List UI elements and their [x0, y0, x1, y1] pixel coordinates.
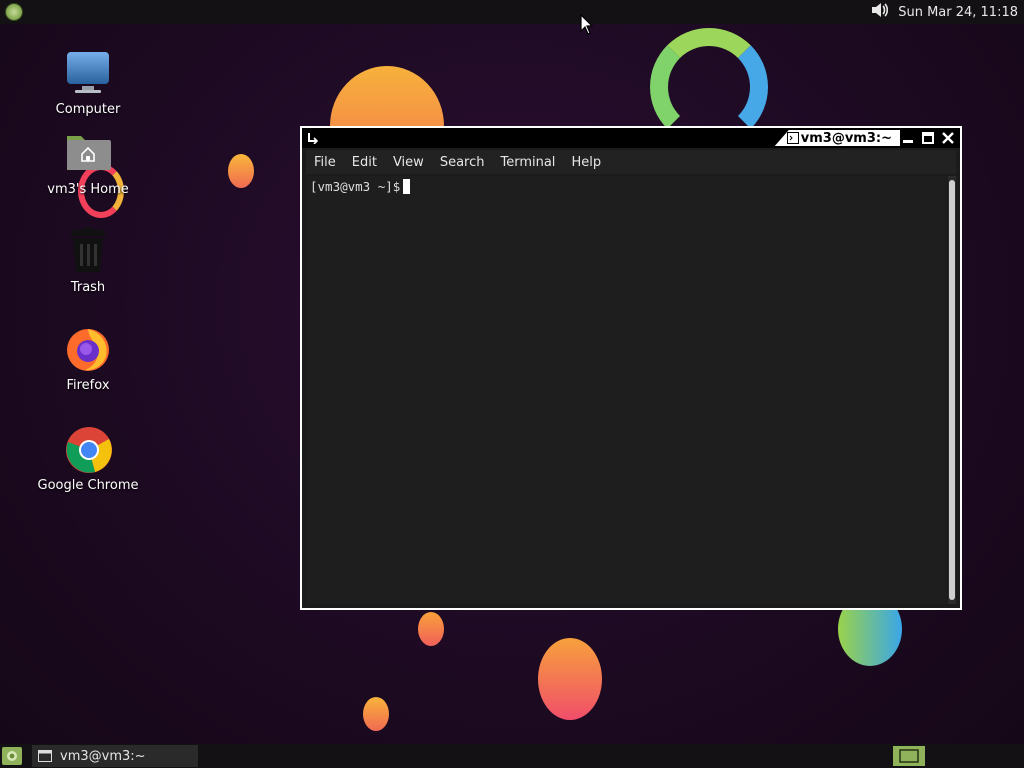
show-menu-icon[interactable]: [2, 747, 22, 765]
window-menu-icon[interactable]: [302, 128, 324, 148]
computer-icon: [65, 50, 111, 96]
home-folder-icon: [65, 130, 111, 176]
bottom-panel: vm3@vm3:~: [0, 744, 1024, 768]
chrome-icon: [65, 426, 112, 473]
desktop-icon-home[interactable]: vm3's Home: [33, 130, 143, 197]
desktop-icon-firefox[interactable]: Firefox: [33, 326, 143, 393]
taskbar-item-terminal[interactable]: vm3@vm3:~: [32, 745, 198, 767]
window-title-text: vm3@vm3:~: [800, 130, 892, 146]
minimize-button[interactable]: [900, 130, 916, 146]
window-title: vm3@vm3:~: [774, 130, 900, 146]
terminal-title-icon: [786, 132, 799, 146]
decor-orange-blob-bottom-large: [538, 638, 602, 720]
desktop-icon-computer[interactable]: Computer: [33, 50, 143, 117]
trash-icon: [65, 228, 111, 274]
menu-help[interactable]: Help: [563, 155, 609, 170]
desktop-icon-label: Computer: [55, 102, 121, 117]
terminal-window[interactable]: vm3@vm3:~ File Edit View Search Terminal…: [300, 126, 962, 610]
close-button[interactable]: [940, 130, 956, 146]
desktop-icon-label: Google Chrome: [37, 478, 139, 493]
decor-small-orange-blob: [228, 154, 254, 188]
decor-orange-blob-bottom-tiny: [363, 697, 389, 731]
desktop-icon-trash[interactable]: Trash: [33, 228, 143, 295]
show-desktop-button[interactable]: [893, 746, 925, 766]
shell-prompt: [vm3@vm3 ~]$: [310, 179, 401, 194]
desktop-icon-label: Firefox: [66, 378, 110, 393]
volume-icon[interactable]: [870, 1, 890, 23]
menu-terminal[interactable]: Terminal: [492, 155, 563, 170]
applications-menu-icon[interactable]: [5, 3, 23, 21]
mouse-pointer-icon: [580, 13, 594, 40]
desktop-icon-chrome[interactable]: Google Chrome: [33, 426, 143, 493]
menu-edit[interactable]: Edit: [344, 155, 385, 170]
maximize-button[interactable]: [920, 130, 936, 146]
terminal-output[interactable]: [vm3@vm3 ~]$: [306, 176, 946, 604]
decor-orange-blob-bottom-small: [418, 612, 444, 646]
terminal-window-icon: [38, 750, 52, 762]
clock[interactable]: Sun Mar 24, 11:18: [898, 5, 1018, 20]
terminal-menubar: File Edit View Search Terminal Help: [306, 150, 956, 174]
firefox-icon: [65, 326, 111, 372]
terminal-titlebar[interactable]: vm3@vm3:~: [302, 128, 960, 148]
desktop-icon-label: Trash: [70, 280, 106, 295]
desktop-icon-label: vm3's Home: [47, 182, 129, 197]
menu-search[interactable]: Search: [432, 155, 493, 170]
menu-file[interactable]: File: [306, 155, 344, 170]
menu-view[interactable]: View: [385, 155, 432, 170]
terminal-scrollbar[interactable]: [948, 176, 956, 604]
scrollbar-thumb[interactable]: [949, 180, 955, 600]
text-cursor: [403, 179, 411, 194]
top-panel: Sun Mar 24, 11:18: [0, 0, 1024, 24]
taskbar-item-label: vm3@vm3:~: [60, 748, 146, 764]
